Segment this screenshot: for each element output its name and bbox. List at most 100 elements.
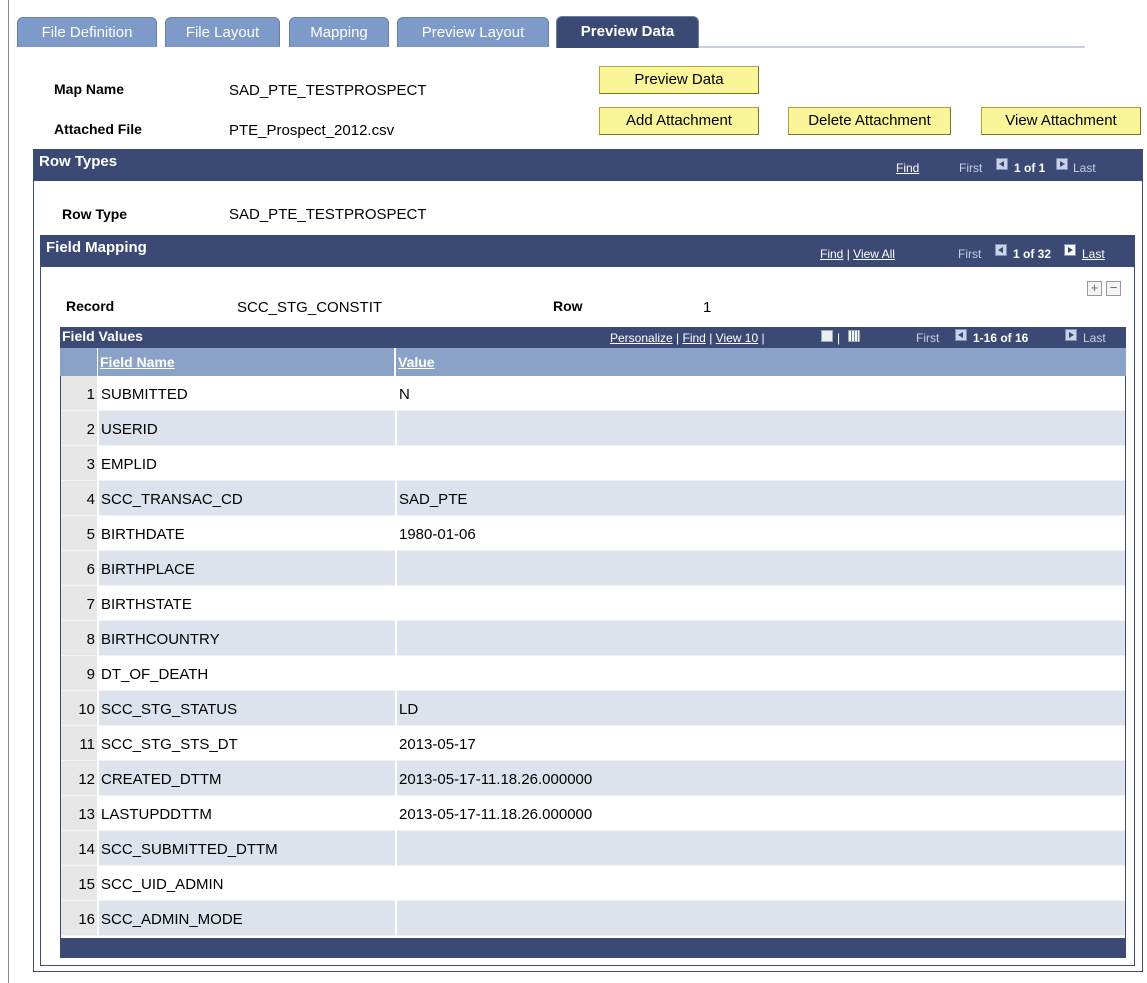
delete-attachment-button[interactable]: Delete Attachment [788,107,951,135]
field-mapping-last-link[interactable]: Last [1082,247,1105,261]
table-row: 15 SCC_UID_ADMIN [61,866,1125,901]
field-name-column-header[interactable]: Field Name [98,348,394,376]
row-types-prev-icon [996,158,1008,170]
field-values-sep-1: | [676,331,680,345]
view-10-link[interactable]: View 10 [716,331,758,345]
field-name-cell: BIRTHPLACE [99,551,395,586]
row-types-next-icon [1056,158,1068,170]
row-types-last: Last [1073,161,1096,175]
field-values-sep-4: | [837,331,841,345]
row-number: 12 [61,761,97,796]
row-number: 1 [61,376,97,411]
table-row: 9 DT_OF_DEATH [61,656,1125,691]
preview-data-button[interactable]: Preview Data [599,66,759,94]
attached-file-value: PTE_Prospect_2012.csv [229,122,395,139]
row-number: 7 [61,586,97,621]
field-name-cell: SUBMITTED [99,376,395,411]
value-cell [397,901,1125,936]
map-name-label: Map Name [54,81,125,97]
tab-mapping[interactable]: Mapping [289,17,389,47]
map-name-value: SAD_PTE_TESTPROSPECT [229,82,427,99]
value-cell [397,866,1125,901]
value-cell [397,656,1125,691]
field-mapping-title: Field Mapping [46,239,147,256]
field-values-last: Last [1083,331,1106,345]
attached-file-label: Attached File [54,121,142,137]
value-cell: SAD_PTE [397,481,1125,516]
field-name-cell: SCC_TRANSAC_CD [99,481,395,516]
field-mapping-find-link[interactable]: Find [820,247,843,261]
field-mapping-sep: | [846,247,850,261]
field-mapping-header: Field Mapping Find | View All First 1 of… [40,235,1135,267]
record-value: SCC_STG_CONSTIT [237,299,383,316]
table-row: 13 LASTUPDDTTM 2013-05-17-11.18.26.000000 [61,796,1125,831]
row-types-header: Row Types Find First 1 of 1 Last [33,149,1143,181]
tab-preview-layout[interactable]: Preview Layout [397,17,549,47]
field-values-count: 1-16 of 16 [973,331,1029,345]
value-cell [397,446,1125,481]
value-cell [397,831,1125,866]
field-values-header: Field Values Personalize | Find | View 1… [60,327,1126,348]
row-label: Row [553,298,583,314]
field-name-cell: BIRTHSTATE [99,586,395,621]
field-name-cell: SCC_SUBMITTED_DTTM [99,831,395,866]
table-row: 6 BIRTHPLACE [61,551,1125,586]
personalize-link[interactable]: Personalize [610,331,673,345]
add-row-button[interactable]: + [1087,281,1102,296]
field-name-cell: EMPLID [99,446,395,481]
row-number: 10 [61,691,97,726]
table-row: 12 CREATED_DTTM 2013-05-17-11.18.26.000000 [61,761,1125,796]
field-name-cell: SCC_STG_STS_DT [99,726,395,761]
remove-row-button[interactable]: − [1106,281,1121,296]
value-cell [397,621,1125,656]
record-label: Record [66,298,115,314]
tab-file-definition[interactable]: File Definition [17,17,157,47]
tab-file-layout[interactable]: File Layout [165,17,280,47]
value-cell [397,551,1125,586]
row-number: 9 [61,656,97,691]
field-name-cell: BIRTHDATE [99,516,395,551]
field-values-sep-3: | [761,331,765,345]
zoom-grid-icon[interactable] [821,330,833,342]
field-mapping-next-icon[interactable] [1064,244,1076,256]
field-name-cell: SCC_STG_STATUS [99,691,395,726]
row-types-count: 1 of 1 [1014,161,1046,175]
table-row: 5 BIRTHDATE 1980-01-06 [61,516,1125,551]
field-name-cell: SCC_UID_ADMIN [99,866,395,901]
field-mapping-view-all-link[interactable]: View All [853,247,895,261]
table-row: 10 SCC_STG_STATUS LD [61,691,1125,726]
table-row: 2 USERID [61,411,1125,446]
table-row: 14 SCC_SUBMITTED_DTTM [61,831,1125,866]
row-number: 3 [61,446,97,481]
value-column-header[interactable]: Value [396,348,1126,376]
download-spreadsheet-icon[interactable] [848,330,860,342]
table-row: 11 SCC_STG_STS_DT 2013-05-17 [61,726,1125,761]
row-type-value: SAD_PTE_TESTPROSPECT [229,206,427,223]
row-number: 13 [61,796,97,831]
row-number: 15 [61,866,97,901]
view-attachment-button[interactable]: View Attachment [981,107,1141,135]
field-name-cell: CREATED_DTTM [99,761,395,796]
row-number: 8 [61,621,97,656]
field-values-next-icon [1065,329,1077,341]
field-name-cell: USERID [99,411,395,446]
field-mapping-first: First [958,247,982,261]
table-row: 16 SCC_ADMIN_MODE [61,901,1125,936]
field-name-cell: LASTUPDDTTM [99,796,395,831]
add-attachment-button[interactable]: Add Attachment [599,107,759,135]
value-cell: 1980-01-06 [397,516,1125,551]
row-number: 4 [61,481,97,516]
row-number: 6 [61,551,97,586]
row-number: 16 [61,901,97,936]
field-name-cell: BIRTHCOUNTRY [99,621,395,656]
table-row: 1 SUBMITTED N [61,376,1125,411]
table-row: 4 SCC_TRANSAC_CD SAD_PTE [61,481,1125,516]
tab-preview-data[interactable]: Preview Data [556,16,699,48]
value-cell: 2013-05-17 [397,726,1125,761]
row-types-title: Row Types [39,153,118,170]
row-types-find-link[interactable]: Find [896,161,919,175]
field-values-footer [60,938,1126,958]
value-cell [397,411,1125,446]
row-number: 2 [61,411,97,446]
field-values-find-link[interactable]: Find [683,331,706,345]
